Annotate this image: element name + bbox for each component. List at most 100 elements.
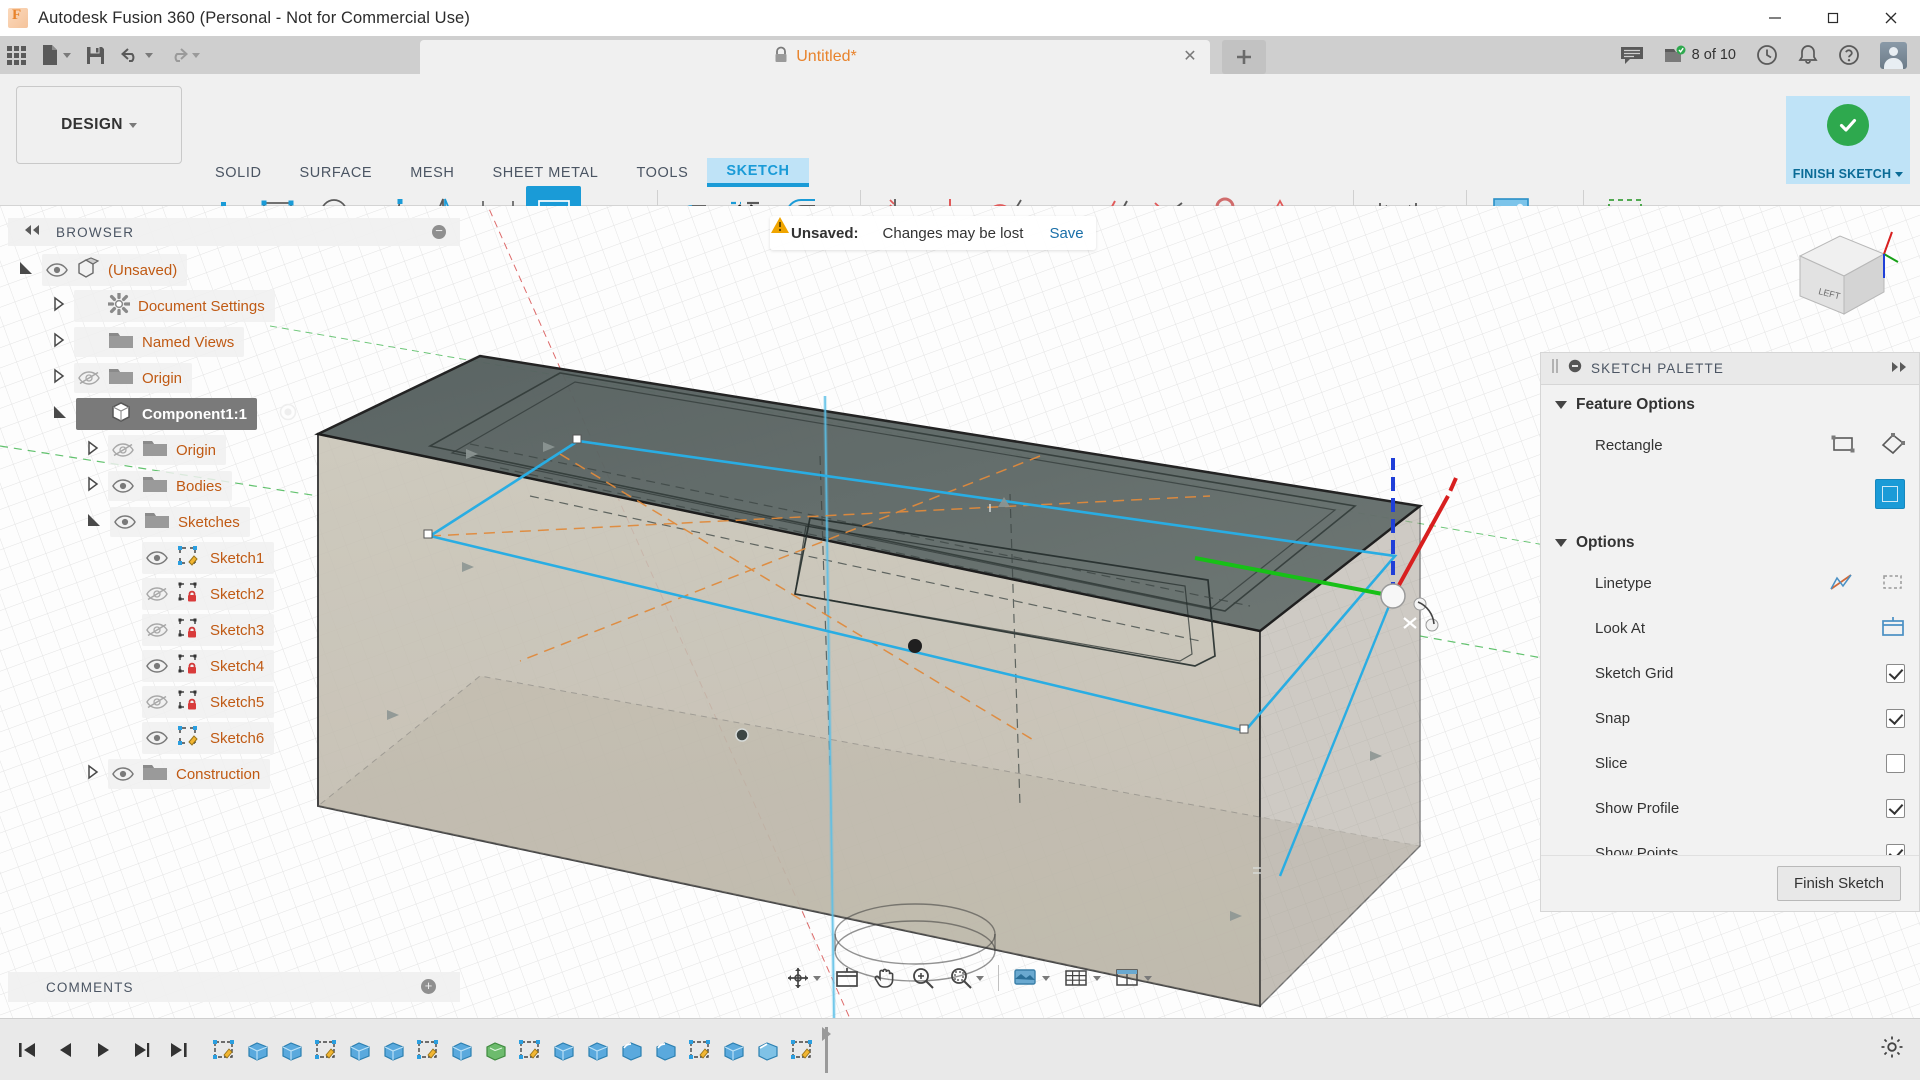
sketch-grid-checkbox[interactable] bbox=[1886, 664, 1905, 683]
extrude-feature-icon[interactable] bbox=[276, 1033, 308, 1067]
tab-mesh[interactable]: MESH bbox=[391, 160, 473, 187]
look-at-icon[interactable] bbox=[1881, 616, 1905, 642]
visibility-toggle-icon[interactable] bbox=[80, 406, 102, 422]
fillet-feature-icon[interactable] bbox=[650, 1033, 682, 1067]
visibility-toggle-icon[interactable] bbox=[78, 335, 100, 350]
tree-expander[interactable] bbox=[120, 622, 134, 639]
minimize-button[interactable] bbox=[1746, 0, 1804, 36]
tree-expander[interactable] bbox=[120, 694, 134, 711]
visibility-toggle-icon[interactable] bbox=[146, 550, 168, 566]
extrude-feature-icon[interactable] bbox=[548, 1033, 580, 1067]
tab-surface[interactable]: SURFACE bbox=[281, 160, 392, 187]
tab-sketch[interactable]: SKETCH bbox=[707, 158, 809, 187]
sketch-feature-icon[interactable] bbox=[412, 1033, 444, 1067]
visibility-toggle-icon[interactable] bbox=[146, 730, 168, 746]
snap-checkbox[interactable] bbox=[1886, 709, 1905, 728]
orbit-icon[interactable] bbox=[780, 959, 827, 997]
history-icon[interactable] bbox=[1747, 38, 1787, 72]
view-cube[interactable]: LEFT bbox=[1772, 214, 1902, 334]
rect-center-icon[interactable] bbox=[1875, 479, 1905, 509]
tree-expander[interactable] bbox=[86, 764, 100, 784]
linetype-construction-icon[interactable] bbox=[1881, 572, 1905, 596]
tree-item-named-views[interactable]: Named Views bbox=[8, 324, 458, 360]
chamfer-feature-icon[interactable] bbox=[752, 1033, 784, 1067]
step-forward-icon[interactable] bbox=[124, 1033, 158, 1067]
look-at-icon[interactable] bbox=[829, 959, 865, 997]
maximize-button[interactable] bbox=[1804, 0, 1862, 36]
jump-end-icon[interactable] bbox=[162, 1033, 196, 1067]
tree-item-sketch6[interactable]: Sketch6 bbox=[8, 720, 458, 756]
slice-checkbox[interactable] bbox=[1886, 754, 1905, 773]
workspace-switcher[interactable]: DESIGN bbox=[16, 86, 182, 164]
section-feature-options[interactable]: Feature Options bbox=[1541, 385, 1919, 423]
tree-item-sketch3[interactable]: Sketch3 bbox=[8, 612, 458, 648]
jobs-status-button[interactable]: 8 of 10 bbox=[1655, 38, 1745, 72]
browser-settings-icon[interactable]: − bbox=[432, 224, 446, 239]
tree-item-sketch1[interactable]: Sketch1 bbox=[8, 540, 458, 576]
tree-item-bodies[interactable]: Bodies bbox=[8, 468, 458, 504]
visibility-toggle-icon[interactable] bbox=[112, 442, 134, 458]
save-link[interactable]: Save bbox=[1049, 225, 1083, 242]
tree-item-document-settings[interactable]: Document Settings bbox=[8, 288, 458, 324]
app-grid-icon[interactable] bbox=[1, 39, 32, 71]
visibility-toggle-icon[interactable] bbox=[146, 586, 168, 602]
account-avatar[interactable] bbox=[1871, 38, 1916, 72]
undo-icon[interactable] bbox=[114, 39, 159, 71]
tree-expander[interactable] bbox=[52, 332, 66, 352]
tree-item-construction[interactable]: Construction bbox=[8, 756, 458, 792]
palette-grip-icon[interactable] bbox=[1551, 358, 1559, 379]
timeline-end-marker[interactable] bbox=[822, 1026, 836, 1073]
sketch-feature-icon[interactable] bbox=[208, 1033, 240, 1067]
pan-hand-icon[interactable] bbox=[867, 959, 903, 997]
rect-2point-icon[interactable] bbox=[1831, 434, 1855, 458]
close-button[interactable] bbox=[1862, 0, 1920, 36]
comments-button[interactable] bbox=[1611, 38, 1653, 72]
tab-solid[interactable]: SOLID bbox=[196, 160, 281, 187]
tree-expander[interactable] bbox=[52, 296, 66, 316]
tree-expander[interactable] bbox=[52, 368, 66, 388]
tree-expander[interactable] bbox=[120, 658, 134, 675]
close-document-icon[interactable]: ✕ bbox=[1182, 49, 1198, 65]
visibility-toggle-icon[interactable] bbox=[112, 478, 134, 494]
palette-collapse-icon[interactable] bbox=[1568, 359, 1582, 378]
comments-bar[interactable]: COMMENTS + bbox=[8, 972, 460, 1002]
viewports-icon[interactable] bbox=[1109, 959, 1158, 997]
collapse-browser-icon[interactable] bbox=[22, 223, 42, 241]
play-icon[interactable] bbox=[86, 1033, 120, 1067]
linetype-normal-icon[interactable] bbox=[1829, 572, 1855, 596]
tree-item-sketch2[interactable]: Sketch2 bbox=[8, 576, 458, 612]
jump-start-icon[interactable] bbox=[10, 1033, 44, 1067]
tree-item-origin[interactable]: Origin bbox=[8, 360, 458, 396]
show-points-checkbox[interactable] bbox=[1886, 844, 1905, 855]
finish-sketch-group[interactable]: FINISH SKETCH bbox=[1786, 96, 1910, 184]
grid-snap-icon[interactable] bbox=[1058, 959, 1107, 997]
tree-expander[interactable] bbox=[120, 550, 134, 567]
rect-3point-icon[interactable] bbox=[1881, 432, 1905, 459]
extrude-feature-icon[interactable] bbox=[344, 1033, 376, 1067]
redo-icon[interactable] bbox=[161, 39, 206, 71]
show-profile-checkbox[interactable] bbox=[1886, 799, 1905, 818]
tree-item-unsaved[interactable]: (Unsaved) bbox=[8, 252, 458, 288]
tree-expander[interactable] bbox=[18, 260, 34, 280]
visibility-toggle-icon[interactable] bbox=[146, 658, 168, 674]
tab-sheet-metal[interactable]: SHEET METAL bbox=[474, 160, 618, 187]
timeline-settings-gear-icon[interactable] bbox=[1880, 1035, 1904, 1064]
tree-expander[interactable] bbox=[86, 476, 100, 496]
visibility-toggle-icon[interactable] bbox=[78, 370, 100, 386]
sketch-feature-icon[interactable] bbox=[786, 1033, 818, 1067]
tree-expander[interactable] bbox=[86, 440, 100, 460]
finish-sketch-button[interactable]: Finish Sketch bbox=[1776, 866, 1901, 901]
step-back-icon[interactable] bbox=[48, 1033, 82, 1067]
tree-expander[interactable] bbox=[120, 586, 134, 603]
sketch-feature-icon[interactable] bbox=[514, 1033, 546, 1067]
tree-item-sketches[interactable]: Sketches bbox=[8, 504, 458, 540]
activate-component-radio[interactable] bbox=[279, 403, 297, 425]
display-settings-icon[interactable] bbox=[1007, 959, 1056, 997]
extrude-feature-icon[interactable] bbox=[446, 1033, 478, 1067]
sketch-feature-icon[interactable] bbox=[310, 1033, 342, 1067]
new-tab-button[interactable] bbox=[1222, 40, 1266, 74]
visibility-toggle-icon[interactable] bbox=[112, 766, 134, 782]
new-file-icon[interactable] bbox=[34, 39, 77, 71]
zoom-window-icon[interactable] bbox=[943, 959, 990, 997]
tree-item-sketch4[interactable]: Sketch4 bbox=[8, 648, 458, 684]
